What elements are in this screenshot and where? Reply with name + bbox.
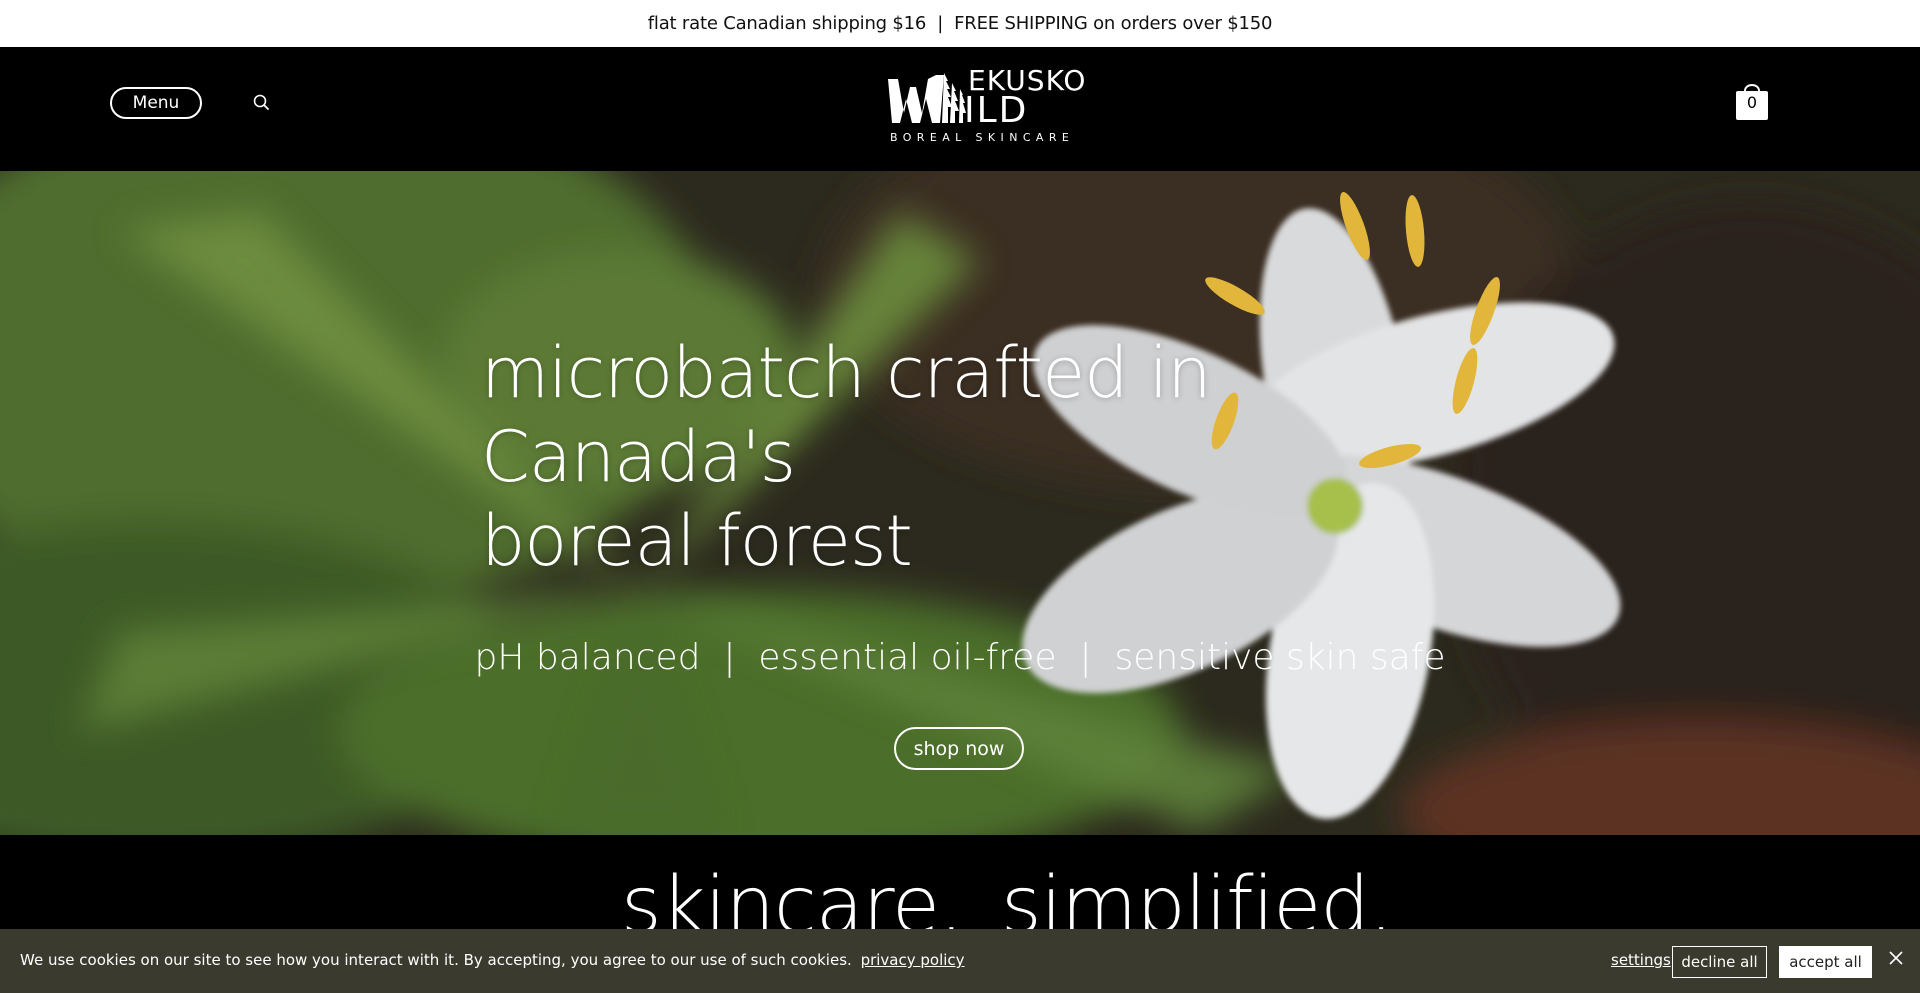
cart-count: 0 xyxy=(1746,93,1758,112)
menu-button[interactable]: Menu xyxy=(110,87,202,119)
cookie-message: We use cookies on our site to see how yo… xyxy=(20,951,852,969)
site-header: Menu EKUSKO ILD BOREAL SKINCARE 0 xyxy=(0,47,1920,171)
hero-section: microbatch crafted in Canada's boreal fo… xyxy=(0,171,1920,835)
logo-tagline: BOREAL SKINCARE xyxy=(890,131,1075,144)
cookie-banner: We use cookies on our site to see how yo… xyxy=(0,929,1920,993)
accept-all-button[interactable]: accept all xyxy=(1779,946,1872,978)
shop-now-button[interactable]: shop now xyxy=(894,727,1024,770)
hero-title: microbatch crafted in Canada's boreal fo… xyxy=(481,331,1481,583)
cookie-message-row: We use cookies on our site to see how yo… xyxy=(20,951,965,969)
hero-title-line-1: microbatch crafted in Canada's xyxy=(481,332,1212,498)
announcement-text: flat rate Canadian shipping $16 | FREE S… xyxy=(647,13,1273,34)
cookie-settings-link[interactable]: settings xyxy=(1611,951,1671,969)
decline-all-button[interactable]: decline all xyxy=(1672,946,1767,978)
hero-title-line-2: boreal forest xyxy=(481,500,913,582)
logo-tree-mark-icon xyxy=(888,73,966,123)
cart-button[interactable]: 0 xyxy=(1735,79,1769,121)
hero-subtitle: pH balanced | essential oil-free | sensi… xyxy=(474,637,1446,678)
site-logo[interactable]: EKUSKO ILD BOREAL SKINCARE xyxy=(888,65,1085,147)
close-icon[interactable] xyxy=(1888,950,1904,966)
search-icon[interactable] xyxy=(252,93,272,113)
logo-text-ild: ILD xyxy=(964,90,1029,131)
announcement-bar: flat rate Canadian shipping $16 | FREE S… xyxy=(0,0,1920,47)
privacy-policy-link[interactable]: privacy policy xyxy=(861,951,965,969)
